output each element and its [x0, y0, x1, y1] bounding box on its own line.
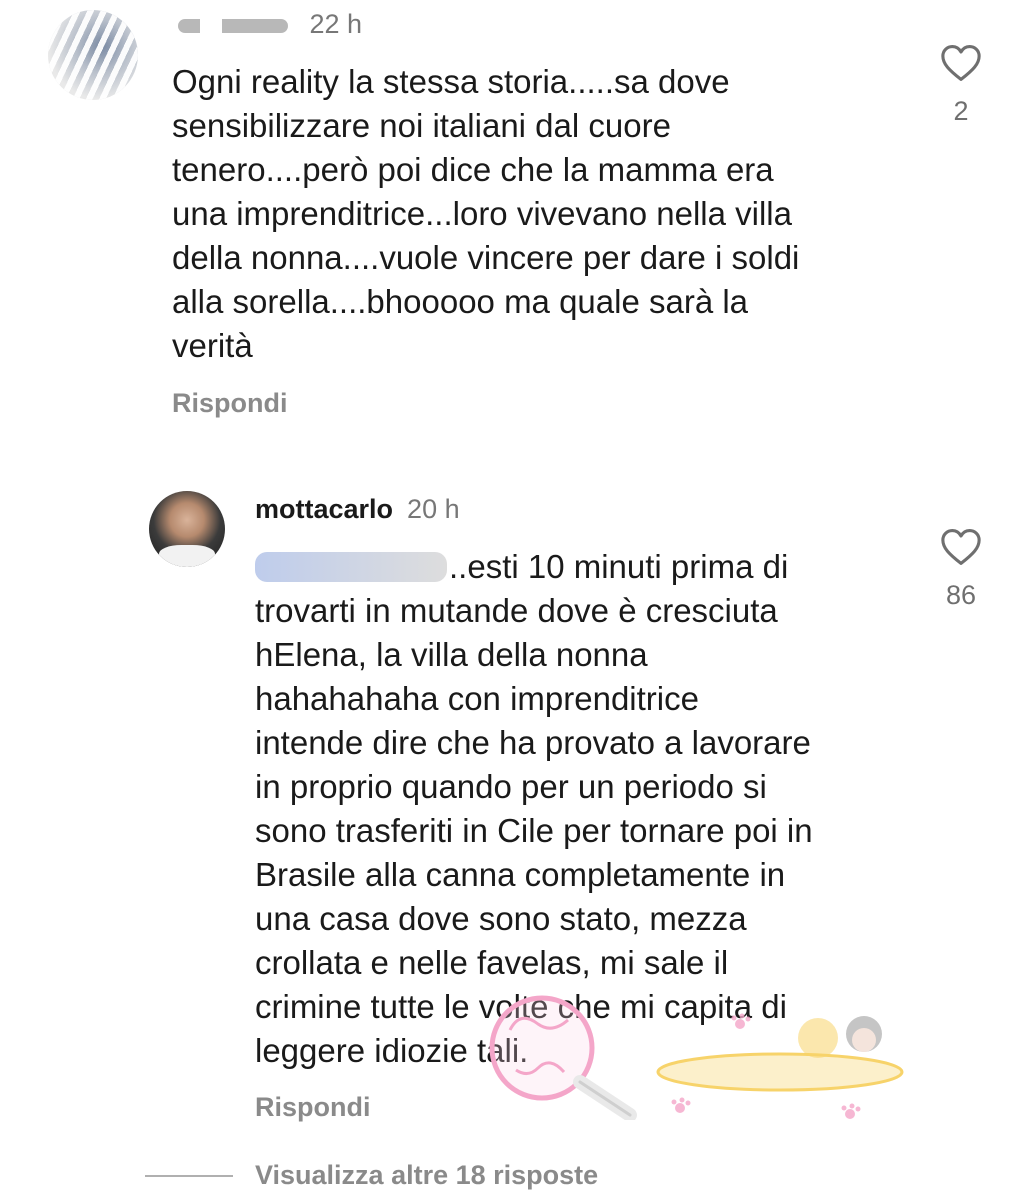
- comment-meta: mottacarlo 20 h: [255, 493, 460, 525]
- view-more-replies[interactable]: Visualizza altre 18 risposte: [145, 1160, 598, 1191]
- like-count: 86: [945, 580, 977, 610]
- comment-first-line: ..esti 10 minuti prima di: [255, 545, 915, 589]
- view-more-label: Visualizza altre 18 risposte: [255, 1160, 599, 1190]
- avatar[interactable]: [149, 491, 225, 567]
- like-button[interactable]: 2: [931, 44, 991, 127]
- like-button[interactable]: 86: [931, 528, 991, 611]
- like-count: 2: [953, 96, 969, 126]
- comment-text: trovarti in mutande dove è cresciuta hEl…: [255, 592, 813, 1069]
- comment-username[interactable]: mottacarlo: [255, 494, 393, 524]
- heart-outline-icon: [941, 529, 981, 565]
- avatar-redaction: [48, 10, 138, 100]
- comment-time: 22 h: [309, 9, 363, 39]
- avatar-shirt: [159, 545, 215, 567]
- thread-line: [145, 1174, 233, 1177]
- reply-button[interactable]: Rispondi: [255, 1092, 371, 1123]
- reply-button[interactable]: Rispondi: [172, 388, 288, 419]
- avatar[interactable]: [48, 10, 138, 100]
- comment-time: 20 h: [407, 494, 460, 524]
- redacted-username: [178, 18, 288, 33]
- redacted-mention[interactable]: [255, 552, 447, 582]
- heart-outline-icon: [941, 45, 981, 81]
- comment-meta: 22 h: [178, 8, 362, 40]
- comment-text: Ogni reality la stessa storia.....sa dov…: [172, 63, 800, 364]
- comment-text-start: ..esti 10 minuti prima di: [449, 548, 789, 585]
